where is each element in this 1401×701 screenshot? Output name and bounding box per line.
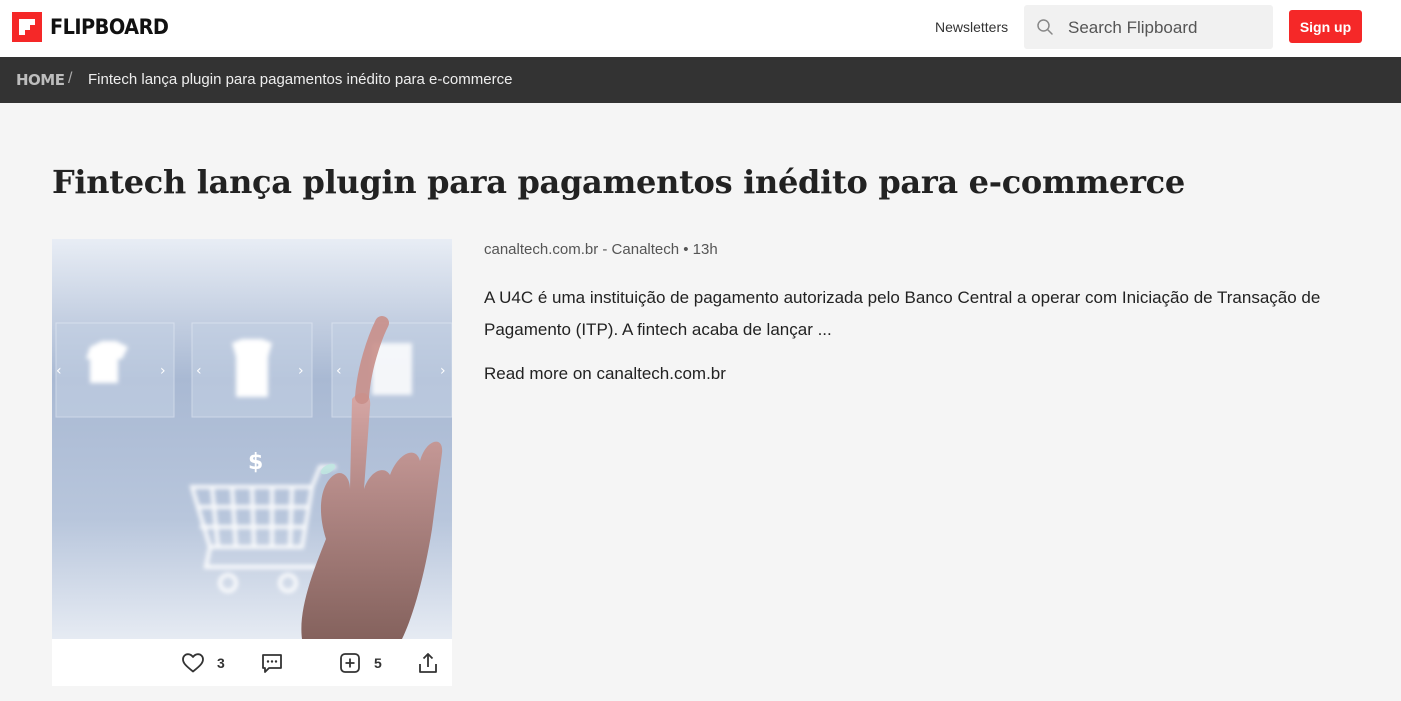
search-input[interactable]: Search Flipboard [1068, 18, 1197, 38]
article-card: ‹ › ‹ › ‹ › $ 3 5 [52, 239, 452, 686]
breadcrumb-current: Fintech lança plugin para pagamentos iné… [88, 71, 513, 88]
like-button[interactable]: 3 [181, 651, 225, 675]
comment-button[interactable] [260, 651, 284, 675]
search-box[interactable]: Search Flipboard [1024, 5, 1273, 49]
svg-text:$: $ [248, 450, 263, 475]
shopping-cart-hand-image: ‹ › ‹ › ‹ › $ [52, 239, 452, 639]
search-icon [1037, 19, 1053, 35]
svg-text:›: › [298, 363, 304, 379]
article-title: Fintech lança plugin para pagamentos iné… [52, 163, 1185, 201]
svg-text:‹: ‹ [336, 363, 342, 379]
signup-button[interactable]: Sign up [1289, 10, 1362, 43]
article-excerpt: A U4C é uma instituição de pagamento aut… [484, 288, 1321, 339]
svg-text:‹: ‹ [56, 363, 62, 379]
flipboard-logo-icon [12, 12, 42, 42]
newsletters-link[interactable]: Newsletters [935, 19, 1008, 35]
comment-icon [262, 654, 282, 673]
heart-icon [182, 653, 204, 673]
svg-text:›: › [160, 363, 166, 379]
breadcrumb: HOME / Fintech lança plugin para pagamen… [0, 57, 1401, 103]
top-header: FLIPBOARD Newsletters Search Flipboard S… [0, 0, 1401, 57]
read-more-link[interactable]: Read more on canaltech.com.br [484, 364, 726, 384]
article-meta: canaltech.com.br - Canaltech • 13h [484, 241, 718, 258]
svg-text:›: › [440, 363, 446, 379]
article-image[interactable]: ‹ › ‹ › ‹ › $ [52, 239, 452, 639]
flip-button[interactable]: 5 [338, 651, 382, 675]
flipboard-logo[interactable]: FLIPBOARD [12, 12, 179, 42]
svg-text:‹: ‹ [196, 363, 202, 379]
like-count: 3 [217, 655, 225, 671]
breadcrumb-home-link[interactable]: HOME [16, 71, 65, 89]
add-icon [340, 653, 360, 673]
share-button[interactable] [416, 651, 440, 675]
logo-text: FLIPBOARD [50, 15, 169, 39]
share-icon [419, 653, 437, 673]
breadcrumb-separator: / [68, 70, 73, 87]
article-actions: 3 5 [52, 639, 452, 686]
flip-count: 5 [374, 655, 382, 671]
